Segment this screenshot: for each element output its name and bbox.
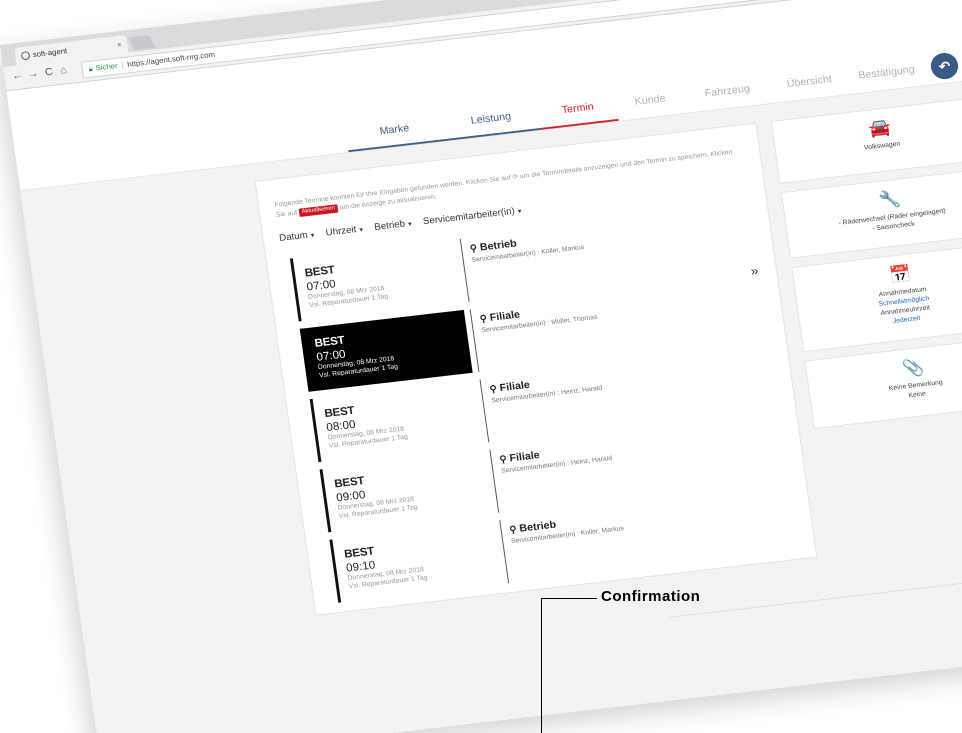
url-text: https://agent.soft-nrg.com [126, 50, 216, 69]
filter-label: Betrieb [373, 218, 406, 233]
tab-title: soft-agent [32, 46, 68, 59]
screenshot-stage: soft-agent × ← → C ⌂ 🔒︎ Sicher | https://ag… [0, 0, 962, 733]
filter-servicemitarbeiter[interactable]: Servicemitarbeiter(in)▼ [422, 205, 523, 227]
forward-arrow-icon[interactable]: → [27, 68, 39, 80]
step-label: Termin [561, 101, 595, 117]
step-label: Marke [378, 122, 410, 138]
web-page: Marke Leistung Termin Kunde Fahrzeug Übe… [6, 0, 962, 733]
filter-label: Servicemitarbeiter(in) [422, 206, 516, 228]
filter-uhrzeit[interactable]: Uhrzeit▼ [325, 224, 365, 239]
step-label: Leistung [470, 110, 512, 127]
filter-label: Datum [278, 230, 309, 244]
appointment-slot[interactable]: BEST 09:00 Donnerstag, 08 Mrz 2018 Vsl. … [319, 450, 493, 533]
filter-betrieb[interactable]: Betrieb▼ [374, 218, 414, 233]
step-label: Übersicht [786, 73, 833, 90]
appointment-slot[interactable]: BEST 07:00 Donnerstag, 08 Mrz 2018 Vsl. … [289, 239, 463, 322]
step-label: Kunde [634, 92, 667, 108]
appointment-slot[interactable]: BEST 09:10 Donnerstag, 08 Mrz 2018 Vsl. … [329, 520, 503, 603]
map-pin-icon: ⚲ [489, 384, 498, 396]
new-tab-button[interactable] [127, 35, 156, 51]
map-pin-icon: ⚲ [469, 243, 478, 255]
location-label: Filiale [508, 449, 541, 465]
step-label: Fahrzeug [704, 83, 751, 100]
map-pin-icon: ⚲ [479, 313, 488, 325]
map-pin-icon: ⚲ [498, 454, 508, 466]
caret-down-icon: ▼ [358, 227, 365, 234]
caret-down-icon: ▼ [406, 221, 414, 229]
location-list: ⚲Betrieb Servicemitarbeiter(in) : Koller… [459, 205, 799, 590]
favicon-icon [20, 51, 31, 61]
step-label: Bestätigung [857, 63, 916, 82]
appointment-results-card: Folgende Termine konnten für Ihre Eingab… [254, 122, 818, 616]
reload-icon[interactable]: C [44, 66, 53, 78]
caret-down-icon: ▼ [516, 209, 524, 216]
tab-close-icon[interactable]: × [116, 36, 123, 54]
secure-label: Sicher [95, 61, 119, 73]
callout-line-vertical [541, 598, 542, 733]
lock-icon: 🔒︎ [88, 64, 94, 74]
appointment-slot-selected[interactable]: BEST 07:00 Donnerstag, 08 Mrz 2018 Vsl. … [299, 309, 473, 392]
home-icon[interactable]: ⌂ [60, 65, 68, 77]
appointment-slot[interactable]: BEST 08:00 Donnerstag, 08 Mrz 2018 Vsl. … [309, 380, 483, 463]
caret-down-icon: ▼ [309, 233, 316, 240]
map-pin-icon: ⚲ [508, 524, 518, 536]
undo-icon[interactable]: ↶ [929, 51, 960, 81]
address-separator: | [120, 60, 125, 70]
callout-label: Confirmation [601, 588, 701, 605]
location-label: Betrieb [518, 519, 557, 535]
browser-window: soft-agent × ← → C ⌂ 🔒︎ Sicher | https://ag… [0, 0, 962, 733]
location-label: Betrieb [479, 238, 518, 254]
filter-label: Uhrzeit [325, 224, 358, 239]
location-label: Filiale [498, 379, 531, 394]
location-label: Filiale [489, 309, 521, 324]
back-arrow-icon[interactable]: ← [11, 70, 23, 82]
refresh-button[interactable]: Aktualisieren [298, 203, 339, 217]
next-page-icon[interactable]: » [750, 263, 760, 279]
filter-datum[interactable]: Datum▼ [279, 229, 317, 243]
callout-line-horizontal [541, 598, 597, 599]
